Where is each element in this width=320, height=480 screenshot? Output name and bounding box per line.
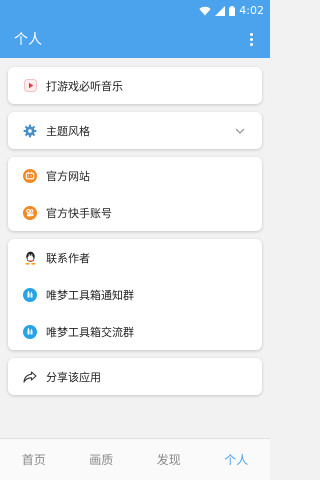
list-item-label: 官方网站 [46, 169, 90, 183]
clock: 4:02 [239, 3, 264, 17]
list-item-kuaishou[interactable]: 官方快手账号 [8, 194, 262, 231]
list-item-label: 唯梦工具箱交流群 [46, 325, 134, 339]
tab-quality[interactable]: 画质 [68, 439, 136, 480]
list-item-notice-group[interactable]: 唯梦工具箱通知群 [8, 276, 262, 313]
app-bar: 个人 [0, 20, 270, 58]
page-title: 个人 [14, 32, 42, 48]
signal-icon [215, 1, 226, 20]
chevron-down-icon[interactable] [232, 123, 248, 139]
settings-list: 打游戏必听音乐 主题风格 官方网站 官方快手账号 联系作者 唯梦工具箱通知群 唯… [0, 58, 270, 395]
tab-home[interactable]: 首页 [0, 439, 68, 480]
theme-card: 主题风格 [8, 112, 262, 149]
qq-icon [22, 250, 38, 266]
battery-icon [229, 1, 236, 20]
contact-card: 联系作者 唯梦工具箱通知群 唯梦工具箱交流群 [8, 239, 262, 350]
list-item-label: 分享该应用 [46, 370, 101, 384]
tab-discover[interactable]: 发现 [135, 439, 203, 480]
list-item-label: 主题风格 [46, 124, 90, 138]
list-item-share[interactable]: 分享该应用 [8, 358, 262, 395]
list-item-website[interactable]: 官方网站 [8, 157, 262, 194]
wifi-icon [199, 1, 211, 20]
list-item-label: 联系作者 [46, 251, 90, 265]
list-item-music[interactable]: 打游戏必听音乐 [8, 67, 262, 104]
qq-group-icon [22, 324, 38, 340]
list-item-contact-author[interactable]: 联系作者 [8, 239, 262, 276]
qq-group-icon [22, 287, 38, 303]
official-card: 官方网站 官方快手账号 [8, 157, 262, 231]
more-vert-icon[interactable] [244, 29, 258, 49]
list-item-chat-group[interactable]: 唯梦工具箱交流群 [8, 313, 262, 350]
list-item-label: 打游戏必听音乐 [46, 79, 123, 93]
list-item-theme[interactable]: 主题风格 [8, 112, 262, 149]
share-card: 分享该应用 [8, 358, 262, 395]
tab-profile[interactable]: 个人 [203, 439, 271, 480]
bottom-nav: 首页 画质 发现 个人 [0, 438, 270, 480]
bilibili-icon [22, 168, 38, 184]
play-icon [22, 78, 38, 94]
gear-icon [22, 123, 38, 139]
list-item-label: 官方快手账号 [46, 206, 112, 220]
kuaishou-icon [22, 205, 38, 221]
status-bar: 4:02 [0, 0, 270, 20]
share-icon [22, 369, 38, 385]
music-card: 打游戏必听音乐 [8, 67, 262, 104]
list-item-label: 唯梦工具箱通知群 [46, 288, 134, 302]
